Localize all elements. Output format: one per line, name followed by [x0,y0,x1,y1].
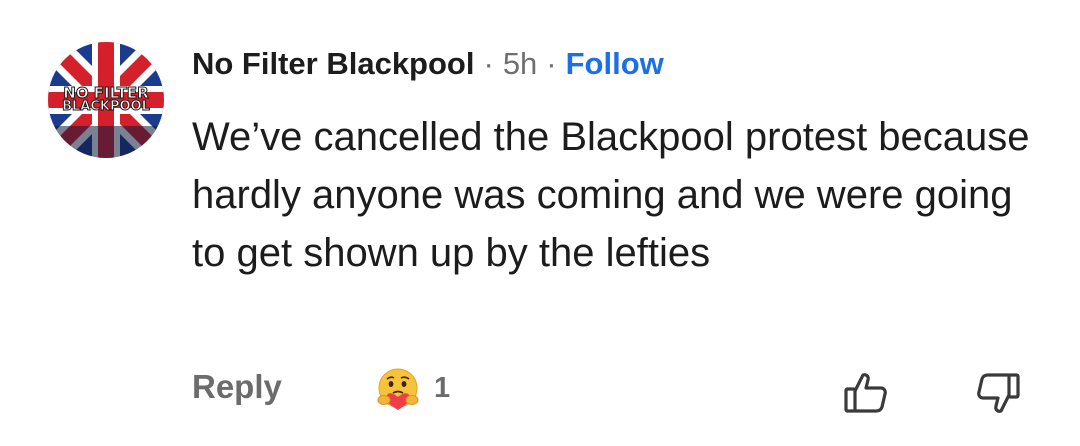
logo-text-line1: NO FILTER [63,84,149,102]
timestamp: 5h [502,46,538,81]
care-emoji-icon[interactable] [374,366,422,414]
logo-text-line2: BLACKPOOL [62,99,151,114]
author-name[interactable]: No Filter Blackpool [192,46,474,82]
separator-dot: · [483,46,494,81]
comment-header: No Filter Blackpool · 5h · Follow [192,40,664,88]
follow-button[interactable]: Follow [566,46,664,82]
thumbs-up-icon[interactable] [842,368,890,416]
reaction-count: 1 [434,372,451,404]
separator-dot: · [546,46,557,81]
thumbs-down-icon[interactable] [974,370,1022,418]
reply-button[interactable]: Reply [192,368,282,406]
comment-text: We’ve cancelled the Blackpool protest be… [192,115,1030,275]
avatar[interactable]: NO FILTER BLACKPOOL [48,42,164,158]
